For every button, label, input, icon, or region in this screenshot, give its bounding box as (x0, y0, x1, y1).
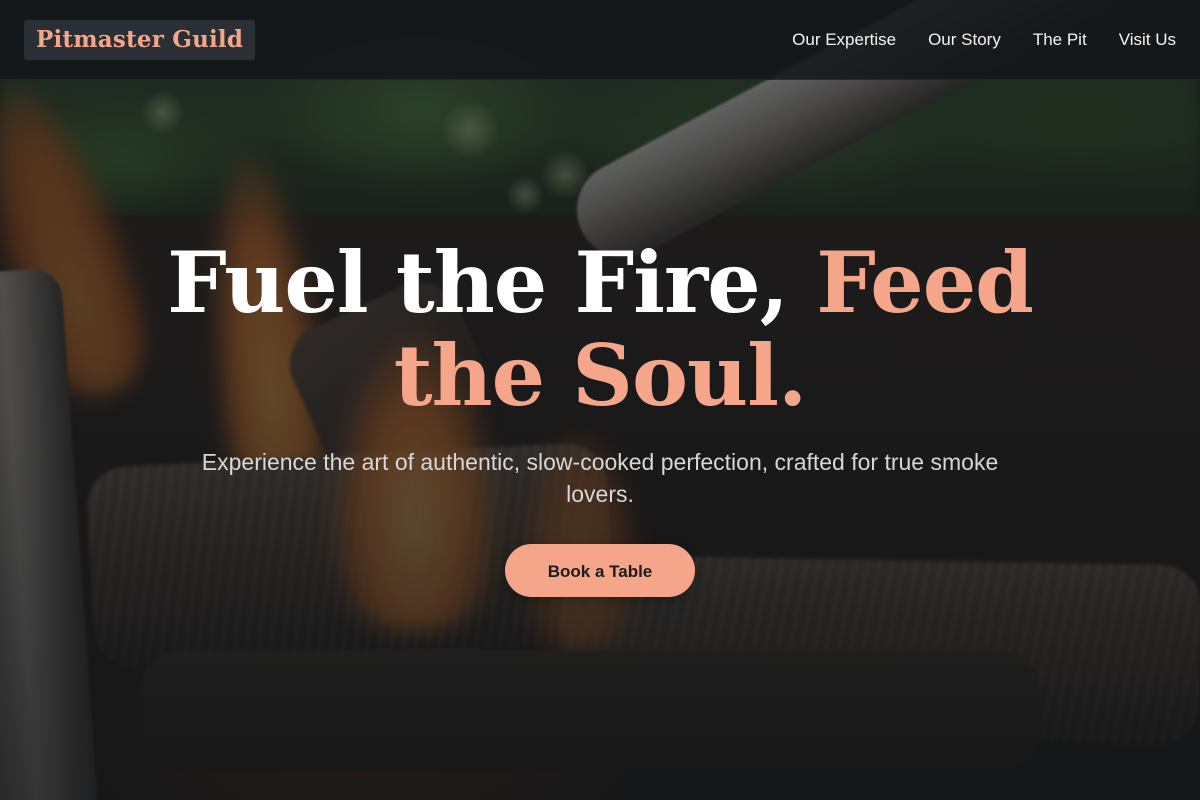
book-a-table-button[interactable]: Book a Table (505, 544, 695, 597)
hero-section: Fuel the Fire, Feed the Soul. Experience… (0, 236, 1200, 597)
nav-link-our-expertise[interactable]: Our Expertise (792, 30, 896, 50)
nav-link-the-pit[interactable]: The Pit (1033, 30, 1087, 50)
landing-page: Pitmaster Guild Our Expertise Our Story … (0, 0, 1200, 800)
brand-logo[interactable]: Pitmaster Guild (24, 19, 256, 60)
hero-subtitle: Experience the art of authentic, slow-co… (201, 449, 999, 507)
nav-link-visit-us[interactable]: Visit Us (1119, 30, 1176, 50)
hero-headline-plain: Fuel the Fire, (167, 233, 789, 332)
top-navbar: Pitmaster Guild Our Expertise Our Story … (0, 0, 1200, 80)
hero-headline: Fuel the Fire, Feed the Soul. (160, 236, 1040, 422)
main-nav: Our Expertise Our Story The Pit Visit Us (792, 30, 1176, 50)
nav-link-our-story[interactable]: Our Story (928, 30, 1001, 50)
